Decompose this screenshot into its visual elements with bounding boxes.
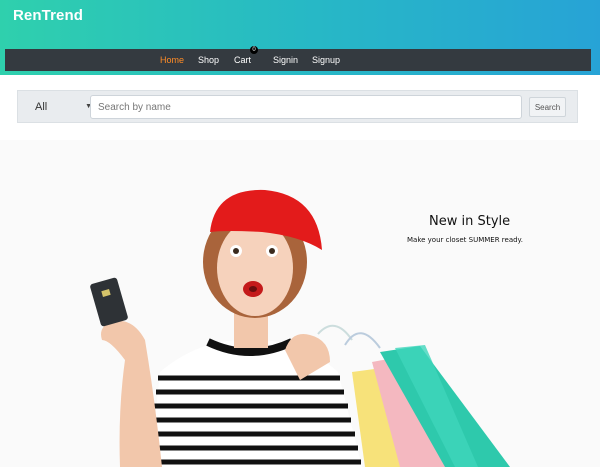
category-select[interactable]: All ▼ (28, 97, 96, 117)
main-navbar: Home Shop Cart 0 Signin Signup (5, 46, 591, 71)
hero-subtitle: Make your closet SUMMER ready. (407, 236, 523, 244)
nav-shop[interactable]: Shop (198, 49, 219, 71)
nav-signin[interactable]: Signin (273, 49, 298, 71)
hero-image (0, 140, 600, 467)
search-button[interactable]: Search (529, 97, 566, 117)
cart-count-badge: 0 (250, 46, 258, 54)
site-header: RenTrend Home Shop Cart 0 Signin Signup (0, 0, 600, 75)
search-bar: All ▼ Search (17, 90, 578, 123)
category-selected-value: All (35, 101, 48, 113)
brand-logo[interactable]: RenTrend (13, 7, 83, 24)
nav-cart[interactable]: Cart 0 (234, 46, 258, 71)
hero-title: New in Style (429, 214, 511, 229)
nav-cart-label: Cart (234, 55, 252, 65)
search-input[interactable] (90, 95, 522, 119)
nav-home[interactable]: Home (160, 49, 184, 71)
hero-banner: New in Style Make your closet SUMMER rea… (0, 140, 600, 467)
nav-signup[interactable]: Signup (312, 49, 340, 71)
